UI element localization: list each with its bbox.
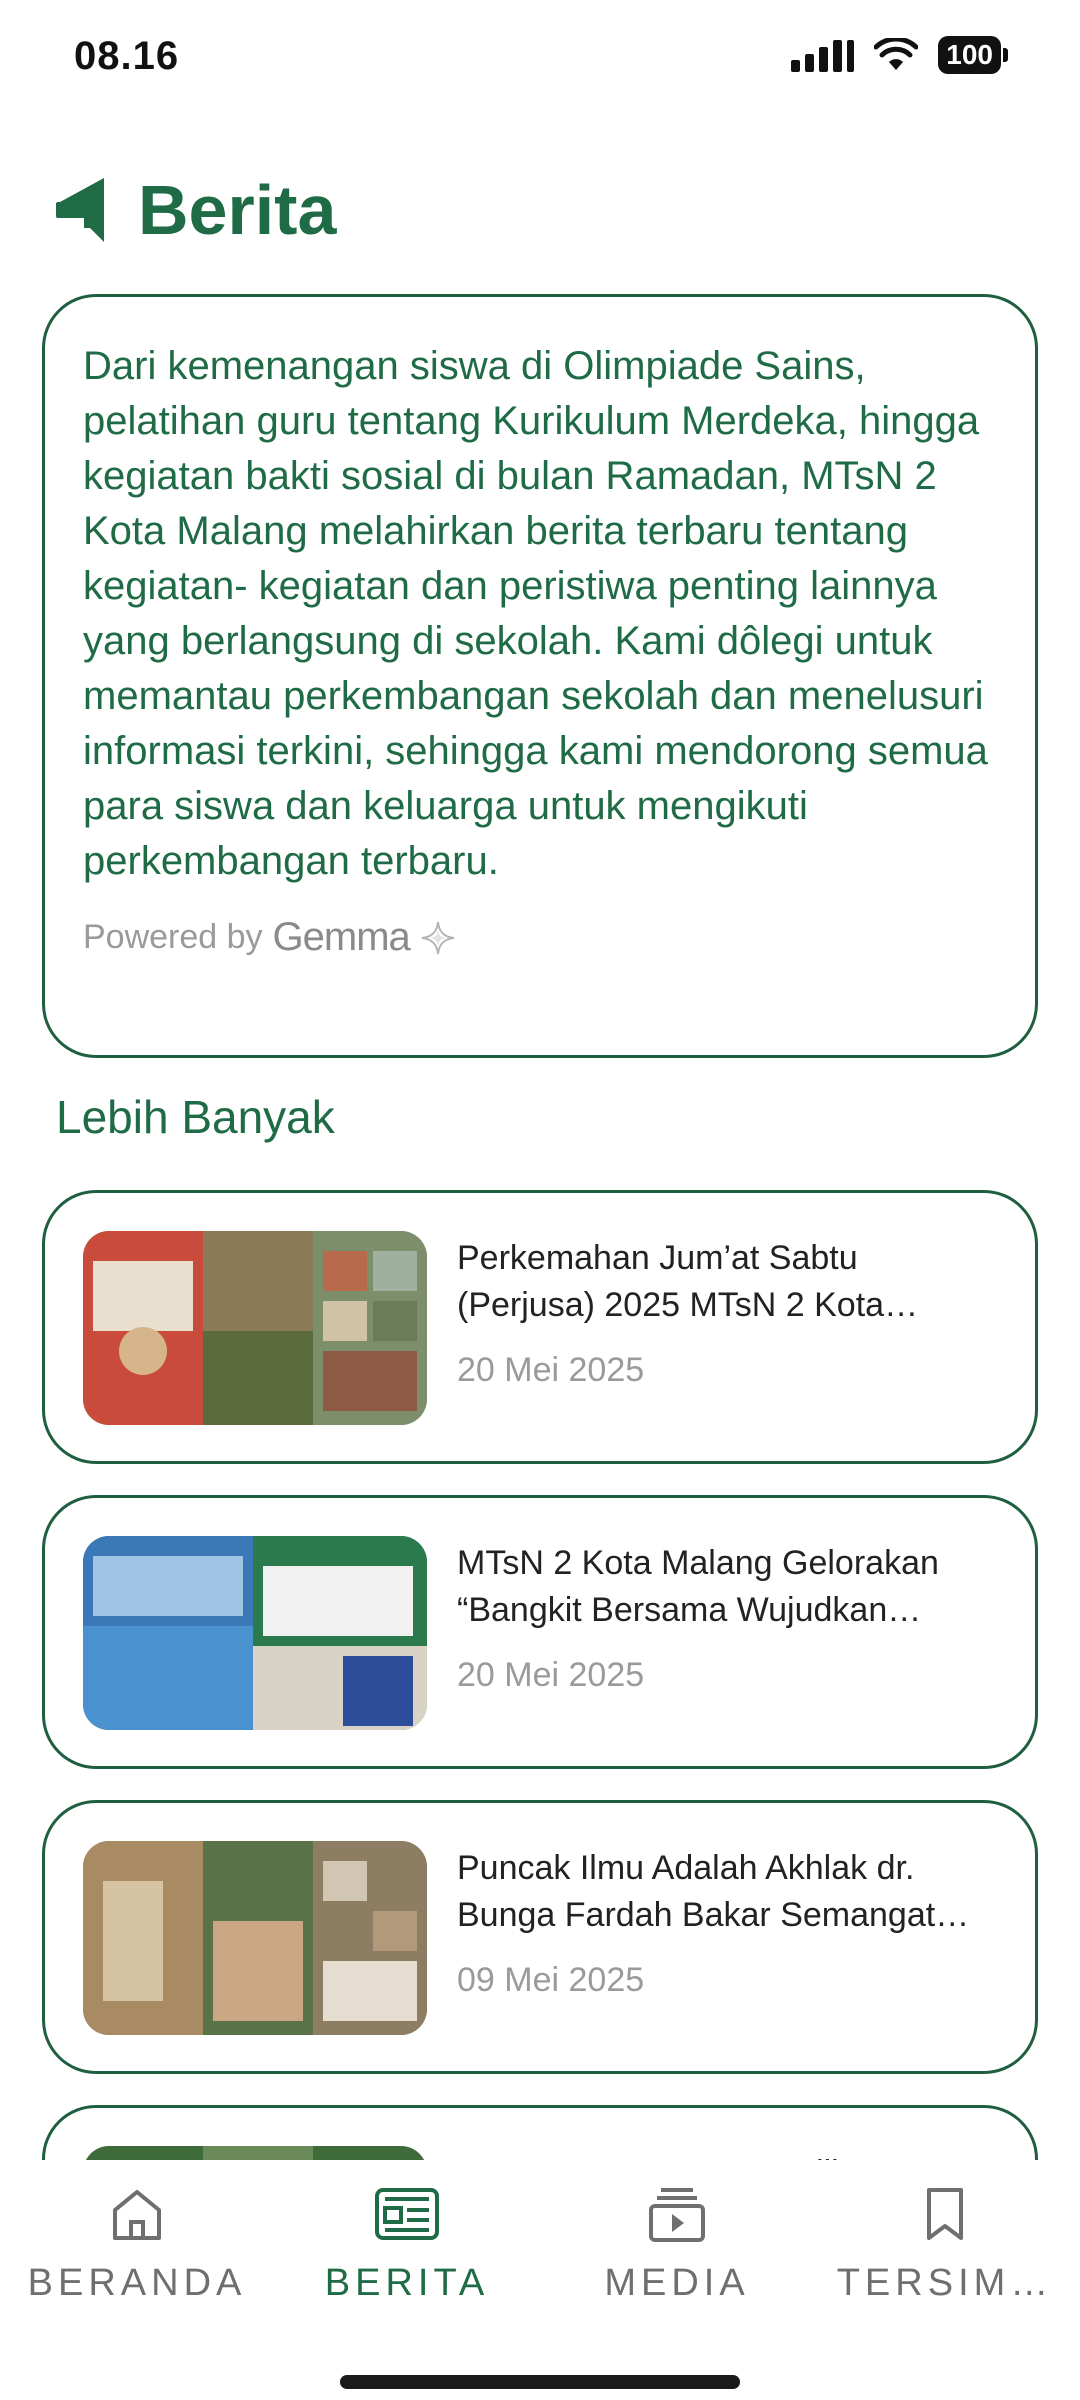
news-title: MTsN 2 Kota Malang Gelorakan “Bangkit Be… <box>457 1544 939 1629</box>
news-thumbnail <box>83 1536 427 1730</box>
nav-item-tersimpan[interactable]: TERSIM… <box>810 2184 1080 2305</box>
news-date: 20 Mei 2025 <box>457 1656 645 1694</box>
nav-item-beranda[interactable]: BERANDA <box>2 2184 272 2305</box>
megaphone-icon <box>56 178 104 242</box>
news-thumbnail <box>83 1841 427 2035</box>
signal-icon <box>791 38 855 72</box>
nav-label: MEDIA <box>604 2262 750 2304</box>
nav-label: TERSIM… <box>836 2262 1054 2304</box>
wifi-icon <box>874 38 919 70</box>
section-title: Lebih Banyak <box>56 1091 335 1143</box>
nav-item-media[interactable]: MEDIA <box>542 2184 812 2305</box>
nav-label: BERANDA <box>27 2262 247 2304</box>
news-card[interactable]: Dentum Semangat Hardiknas <box>42 2105 1038 2160</box>
status-time: 08.16 <box>74 34 180 78</box>
status-icons: 100 <box>791 36 1008 74</box>
status-bar: 08.16 100 <box>0 0 1080 120</box>
page-title: Berita <box>138 171 337 249</box>
news-card[interactable]: Perkemahan Jum’at Sabtu (Perjusa) 2025 M… <box>42 1190 1038 1464</box>
summary-card: Dari kemenangan siswa di Olimpiade Sains… <box>42 294 1038 1058</box>
powered-by-label: Powered by <box>83 918 263 956</box>
news-thumbnail <box>83 2146 427 2160</box>
news-title: Perkemahan Jum’at Sabtu (Perjusa) 2025 M… <box>457 1239 885 1324</box>
page-header: Berita <box>54 170 336 250</box>
home-indicator[interactable] <box>340 2375 740 2389</box>
nav-label: BERITA <box>324 2262 490 2304</box>
media-icon <box>649 2188 705 2242</box>
battery-icon: 100 <box>938 36 1008 74</box>
battery-level: 100 <box>938 36 1001 74</box>
bottom-nav: BERANDA BERITA MEDIA TERSIM… <box>0 2160 1080 2400</box>
news-title: Dentum Semangat Hardiknas <box>457 2150 1005 2160</box>
news-card[interactable]: MTsN 2 Kota Malang Gelorakan “Bangkit Be… <box>42 1495 1038 1769</box>
home-icon <box>113 2190 161 2240</box>
news-card[interactable]: Puncak Ilmu Adalah Akhlak dr. Bunga Fard… <box>42 1800 1038 2074</box>
summary-text: Dari kemenangan siswa di Olimpiade Sains… <box>83 344 988 883</box>
news-list[interactable]: Perkemahan Jum’at Sabtu (Perjusa) 2025 M… <box>0 1180 1080 2160</box>
sparkle-icon <box>421 921 454 954</box>
news-thumbnail <box>83 1231 427 1425</box>
news-title: Puncak Ilmu Adalah Akhlak dr. Bunga Fard… <box>457 1849 936 1934</box>
gemma-brand: Gemma <box>272 915 411 959</box>
bookmark-icon <box>927 2188 963 2240</box>
news-date: 09 Mei 2025 <box>457 1961 645 1999</box>
news-date: 20 Mei 2025 <box>457 1351 645 1389</box>
newspaper-icon <box>375 2188 439 2240</box>
powered-by: Powered by Gemma <box>83 915 997 960</box>
nav-item-berita[interactable]: BERITA <box>272 2184 542 2305</box>
